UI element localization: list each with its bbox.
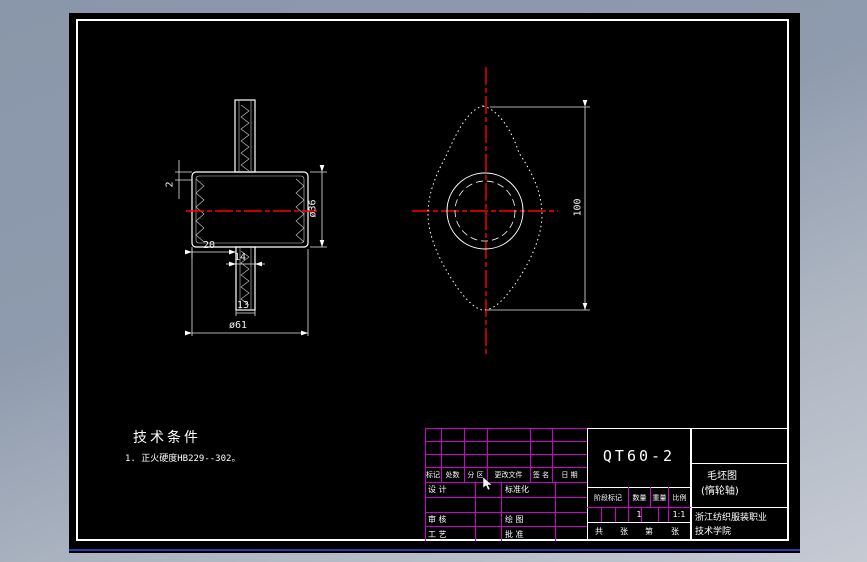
role-review: 审 核: [428, 515, 447, 524]
drawing-name-line2: (惰轮轴): [701, 486, 739, 497]
grid-line: [425, 482, 587, 483]
dim-label-14: 14: [234, 252, 247, 263]
grid-line: [501, 482, 502, 541]
hatch-upper-shaft: [240, 104, 250, 172]
grid-line: [615, 507, 616, 522]
cad-application-background: 2 20 14 13 ø61 ø36 100 技术条件 1. 正火硬度HB229…: [0, 0, 867, 562]
qty-label: 数量: [632, 494, 647, 502]
sheet-no-label: 第: [645, 527, 653, 536]
org-name-line2: 技术学院: [695, 527, 732, 537]
tech-conditions-title: 技术条件: [133, 430, 201, 446]
front-view-inner-lines: [195, 100, 305, 310]
layout-bottom-edge: [69, 549, 800, 551]
grid-line: [587, 522, 691, 523]
grid-line: [425, 428, 426, 541]
grid-line: [691, 507, 789, 508]
part-code: QT60-2: [602, 447, 676, 465]
drawing-canvas[interactable]: 2 20 14 13 ø61 ø36 100 技术条件 1. 正火硬度HB229…: [69, 13, 800, 553]
grid-line: [425, 512, 587, 513]
sheet-total-unit: 张: [620, 527, 628, 536]
grid-line: [555, 482, 556, 541]
rev-header-chushu: 处数: [445, 471, 460, 479]
role-approve: 批 准: [505, 530, 524, 539]
grid-line: [601, 507, 602, 522]
sheet-no-unit: 张: [671, 527, 679, 536]
grid-line: [475, 482, 476, 541]
scale-label: 比例: [672, 494, 687, 502]
dim-label-d36: ø36: [307, 199, 319, 218]
tech-conditions-line: 1. 正火硬度HB229--302。: [125, 454, 241, 464]
drawing-name-line1: 毛坯图: [707, 471, 737, 482]
org-name-line1: 浙江纺织服装职业: [695, 513, 768, 523]
stage-label: 阶段标记: [594, 494, 622, 502]
role-draw: 绘 图: [505, 515, 524, 524]
dim-label-2: 2: [164, 181, 176, 188]
grid-line: [425, 441, 587, 442]
side-view: [427, 105, 543, 311]
sheet-total-label: 共: [595, 527, 603, 536]
grid-line: [587, 487, 691, 488]
grid-line: [587, 507, 691, 508]
dim-label-d61: ø61: [229, 320, 248, 331]
grid-line: [691, 463, 789, 464]
hub-outline: [191, 171, 309, 248]
rev-header-qianming: 签 名: [532, 471, 550, 479]
scale-value: 1:1: [672, 510, 686, 519]
upper-shaft-outline: [234, 99, 256, 173]
dim-label-13: 13: [237, 300, 250, 311]
grid-line: [658, 507, 659, 522]
dim-label-20: 20: [203, 240, 216, 251]
qty-value: 1: [636, 510, 642, 519]
rev-header-riqi: 日 期: [561, 471, 578, 479]
mouse-cursor-icon: [483, 477, 493, 491]
title-block-middle-box: [587, 428, 691, 541]
rev-header-biaoji: 标记: [426, 471, 440, 479]
grid-line: [425, 467, 587, 468]
mass-label: 重量: [652, 494, 667, 502]
grid-line: [425, 454, 587, 455]
grid-line: [425, 526, 587, 527]
role-standardization: 标准化: [505, 485, 529, 494]
grid-line: [425, 428, 587, 429]
role-process: 工 艺: [428, 530, 447, 539]
role-design: 设 计: [428, 485, 447, 494]
blank-outline: [427, 105, 543, 311]
grid-line: [425, 497, 587, 498]
front-view: [191, 99, 309, 311]
dim-label-100: 100: [572, 198, 584, 217]
